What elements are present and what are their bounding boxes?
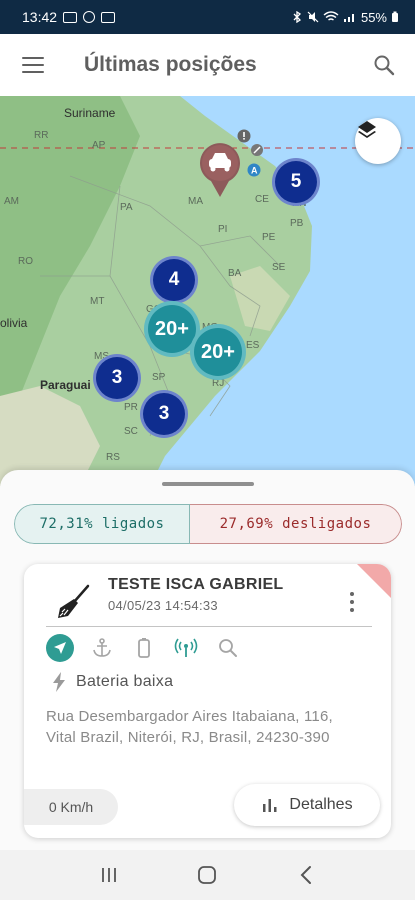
navigation-icon[interactable] [46, 634, 74, 662]
details-button[interactable]: Detalhes [234, 784, 380, 826]
status-corner-tag [357, 564, 391, 598]
bluetooth-icon [293, 11, 301, 23]
signal-icon[interactable] [172, 634, 200, 662]
map-label-pi: PI [218, 224, 228, 235]
map-label-ba: BA [228, 268, 242, 279]
home-button[interactable] [187, 855, 227, 895]
online-percentage[interactable]: 72,31% ligados [14, 504, 190, 544]
map-label-suriname: Suriname [64, 106, 116, 120]
anchor-icon[interactable] [88, 634, 116, 662]
card-divider [46, 626, 372, 627]
alert-text: Bateria baixa [76, 673, 174, 690]
map-label-ro: RO [18, 256, 33, 267]
battery-icon [392, 11, 398, 22]
map-label-rr: RR [34, 130, 49, 141]
search-icon[interactable] [373, 54, 395, 76]
marker-status-icons: A [237, 129, 263, 177]
device-address: Rua Desembargador Aires Itabaiana, 116, … [46, 708, 333, 746]
hamburger-menu-icon[interactable] [22, 57, 44, 73]
bar-chart-icon [263, 799, 277, 812]
device-status-icons [46, 634, 242, 662]
map-label-pa: PA [120, 202, 133, 213]
back-button[interactable] [286, 855, 326, 895]
battery-percent: 55% [360, 9, 387, 25]
map-cluster[interactable]: 3 [93, 354, 141, 402]
device-card[interactable]: TESTE ISCA GABRIEL 04/05/23 14:54:33 Bat… [24, 564, 391, 838]
gallery-icon [101, 11, 116, 23]
mute-icon [307, 11, 319, 23]
sheet-drag-handle[interactable] [162, 482, 254, 486]
map-label-pr: PR [124, 402, 138, 413]
system-nav-bar [0, 850, 415, 900]
status-right: 55% [291, 10, 399, 25]
recents-button[interactable] [89, 855, 129, 895]
map[interactable]: Suriname RR AP AM PA MA CE PI RN PB PE R… [0, 96, 415, 486]
map-label-pe: PE [262, 232, 276, 243]
map-cluster[interactable]: 3 [140, 390, 188, 438]
wifi-icon [323, 11, 339, 21]
map-cluster[interactable]: 20+ [190, 324, 246, 380]
map-label-bolivia: olivia [0, 316, 28, 330]
map-label-am: AM [4, 196, 19, 207]
broom-icon [58, 584, 90, 618]
status-time: 13:42 [22, 9, 58, 25]
device-timestamp: 04/05/23 14:54:33 [108, 598, 218, 613]
map-label-pb: PB [290, 218, 304, 229]
map-label-rs: RS [106, 452, 120, 463]
back-icon [300, 866, 311, 884]
app-bar: Últimas posições [0, 34, 415, 96]
recents-icon [102, 868, 117, 882]
map-label-mt: MT [90, 296, 105, 307]
device-name: TESTE ISCA GABRIEL [108, 576, 284, 593]
offline-percentage[interactable]: 27,69% desligados [190, 504, 402, 544]
search-icon[interactable] [214, 634, 242, 662]
status-summary: 72,31% ligados 27,69% desligados [14, 504, 402, 544]
instagram-icon [83, 11, 96, 23]
map-cluster[interactable]: 4 [150, 256, 198, 304]
status-bar: 13:42 55% [0, 0, 415, 34]
alert-row: Bateria baixa [52, 672, 173, 692]
battery-icon[interactable] [130, 634, 158, 662]
details-label: Detalhes [289, 796, 353, 813]
more-options-icon[interactable] [349, 592, 355, 612]
lightning-icon [53, 672, 65, 692]
svg-text:A: A [251, 166, 258, 176]
map-label-se: SE [272, 262, 286, 273]
home-icon [198, 866, 217, 884]
youtube-icon [63, 11, 78, 23]
status-left: 13:42 [22, 9, 116, 25]
map-label-ce: CE [255, 194, 269, 205]
map-label-es: ES [246, 340, 260, 351]
bottom-sheet: 72,31% ligados 27,69% desligados TESTE I… [0, 470, 415, 850]
signal-icon [343, 14, 354, 22]
map-label-ap: AP [92, 140, 106, 151]
map-label-paraguay: Paraguai [40, 378, 91, 392]
map-layers-button[interactable] [355, 118, 401, 164]
speed-badge: 0 Km/h [24, 789, 118, 825]
map-label-sp: SP [152, 372, 166, 383]
map-label-sc: SC [124, 426, 138, 437]
page-title: Últimas posições [84, 53, 257, 76]
map-cluster[interactable]: 5 [272, 158, 320, 206]
layers-icon [358, 121, 376, 138]
